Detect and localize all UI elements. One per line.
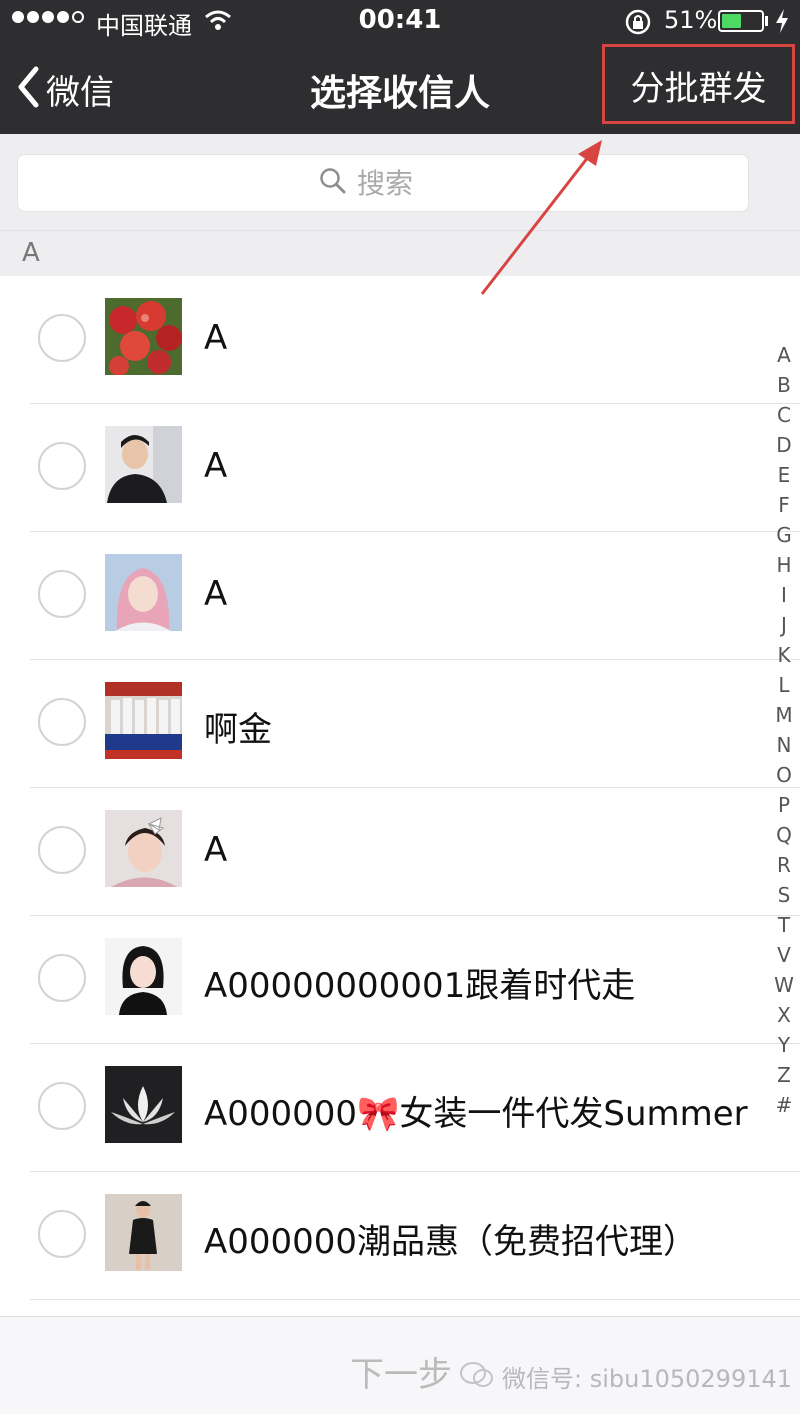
index-letter[interactable]: I bbox=[770, 580, 798, 610]
section-header: A bbox=[0, 230, 800, 276]
search-area bbox=[0, 134, 800, 230]
select-radio[interactable] bbox=[38, 1210, 86, 1258]
index-letter[interactable]: N bbox=[770, 730, 798, 760]
avatar bbox=[105, 1066, 182, 1143]
index-letter[interactable]: X bbox=[770, 1000, 798, 1030]
contact-row[interactable]: A000000🎀女装一件代发Summer bbox=[0, 1044, 800, 1172]
select-radio[interactable] bbox=[38, 698, 86, 746]
contact-name: A00000000001跟着时代走 bbox=[204, 966, 636, 1006]
contact-row[interactable]: A bbox=[0, 276, 800, 404]
index-letter[interactable]: D bbox=[770, 430, 798, 460]
contact-name: 啊金 bbox=[204, 710, 272, 750]
contact-row[interactable]: A00000000001跟着时代走 bbox=[0, 916, 800, 1044]
watermark-text: 微信号: sibu1050299141 bbox=[502, 1365, 793, 1393]
index-letter[interactable]: S bbox=[770, 880, 798, 910]
avatar bbox=[105, 938, 182, 1015]
contact-row[interactable]: A bbox=[0, 532, 800, 660]
index-letter[interactable]: M bbox=[770, 700, 798, 730]
contact-name: A bbox=[204, 574, 228, 614]
rotation-lock-icon bbox=[624, 8, 652, 42]
batch-send-label: 分批群发 bbox=[630, 68, 767, 109]
section-letter: A bbox=[22, 238, 40, 268]
contact-name: A000000🎀女装一件代发Summer bbox=[204, 1094, 748, 1134]
index-letter[interactable]: E bbox=[770, 460, 798, 490]
select-radio[interactable] bbox=[38, 442, 86, 490]
index-letter[interactable]: B bbox=[770, 370, 798, 400]
battery-tip bbox=[765, 16, 768, 26]
contact-row[interactable]: A000000潮品惠（免费招代理） bbox=[0, 1172, 800, 1300]
battery-icon bbox=[718, 10, 764, 32]
select-radio[interactable] bbox=[38, 954, 86, 1002]
avatar bbox=[105, 1194, 182, 1271]
header: 中国联通 00:41 51% 微信 选择收信人 分批群发 bbox=[0, 0, 800, 134]
contact-row[interactable]: 啊金 bbox=[0, 660, 800, 788]
contact-row[interactable]: A bbox=[0, 788, 800, 916]
batch-send-button[interactable]: 分批群发 bbox=[602, 44, 795, 124]
index-letter[interactable]: Q bbox=[770, 820, 798, 850]
watermark: 微信号: sibu1050299141 bbox=[460, 1359, 792, 1394]
index-letter[interactable]: F bbox=[770, 490, 798, 520]
avatar bbox=[105, 682, 182, 759]
index-letter[interactable]: G bbox=[770, 520, 798, 550]
index-letter[interactable]: H bbox=[770, 550, 798, 580]
search-input[interactable] bbox=[357, 166, 447, 200]
next-step-button[interactable]: 下一步 bbox=[350, 1347, 452, 1396]
contact-name: A bbox=[204, 446, 228, 486]
avatar bbox=[105, 298, 182, 375]
contact-list: A A A 啊金 A A00000000001跟着时代走 A000000🎀女装一… bbox=[0, 276, 800, 1300]
contact-name: A000000潮品惠（免费招代理） bbox=[204, 1222, 698, 1262]
alphabet-index-bar[interactable]: A B C D E F G H I J K L M N O P Q R S T … bbox=[770, 340, 798, 1120]
index-letter[interactable]: T bbox=[770, 910, 798, 940]
charging-bolt-icon bbox=[775, 8, 789, 40]
contact-row[interactable]: A bbox=[0, 404, 800, 532]
index-letter[interactable]: C bbox=[770, 400, 798, 430]
search-icon bbox=[319, 167, 347, 199]
select-radio[interactable] bbox=[38, 1082, 86, 1130]
index-letter[interactable]: Z bbox=[770, 1060, 798, 1090]
index-letter[interactable]: W bbox=[770, 970, 798, 1000]
search-box[interactable] bbox=[17, 154, 749, 212]
avatar bbox=[105, 810, 182, 887]
nav-bar: 微信 选择收信人 分批群发 bbox=[0, 44, 800, 134]
bottom-bar: 下一步 微信号: sibu1050299141 bbox=[0, 1316, 800, 1414]
contact-name: A bbox=[204, 830, 228, 870]
index-letter[interactable]: K bbox=[770, 640, 798, 670]
index-letter[interactable]: V bbox=[770, 940, 798, 970]
avatar bbox=[105, 554, 182, 631]
index-letter[interactable]: J bbox=[770, 610, 798, 640]
battery-percentage: 51% bbox=[664, 6, 718, 34]
status-bar: 中国联通 00:41 51% bbox=[0, 0, 800, 44]
avatar bbox=[105, 426, 182, 503]
index-letter[interactable]: # bbox=[770, 1090, 798, 1120]
index-letter[interactable]: P bbox=[770, 790, 798, 820]
index-letter[interactable]: R bbox=[770, 850, 798, 880]
select-radio[interactable] bbox=[38, 826, 86, 874]
index-letter[interactable]: A bbox=[770, 340, 798, 370]
index-letter[interactable]: O bbox=[770, 760, 798, 790]
wechat-icon bbox=[460, 1361, 494, 1393]
contact-name: A bbox=[204, 318, 228, 358]
select-radio[interactable] bbox=[38, 314, 86, 362]
index-letter[interactable]: L bbox=[770, 670, 798, 700]
index-letter[interactable]: Y bbox=[770, 1030, 798, 1060]
select-radio[interactable] bbox=[38, 570, 86, 618]
